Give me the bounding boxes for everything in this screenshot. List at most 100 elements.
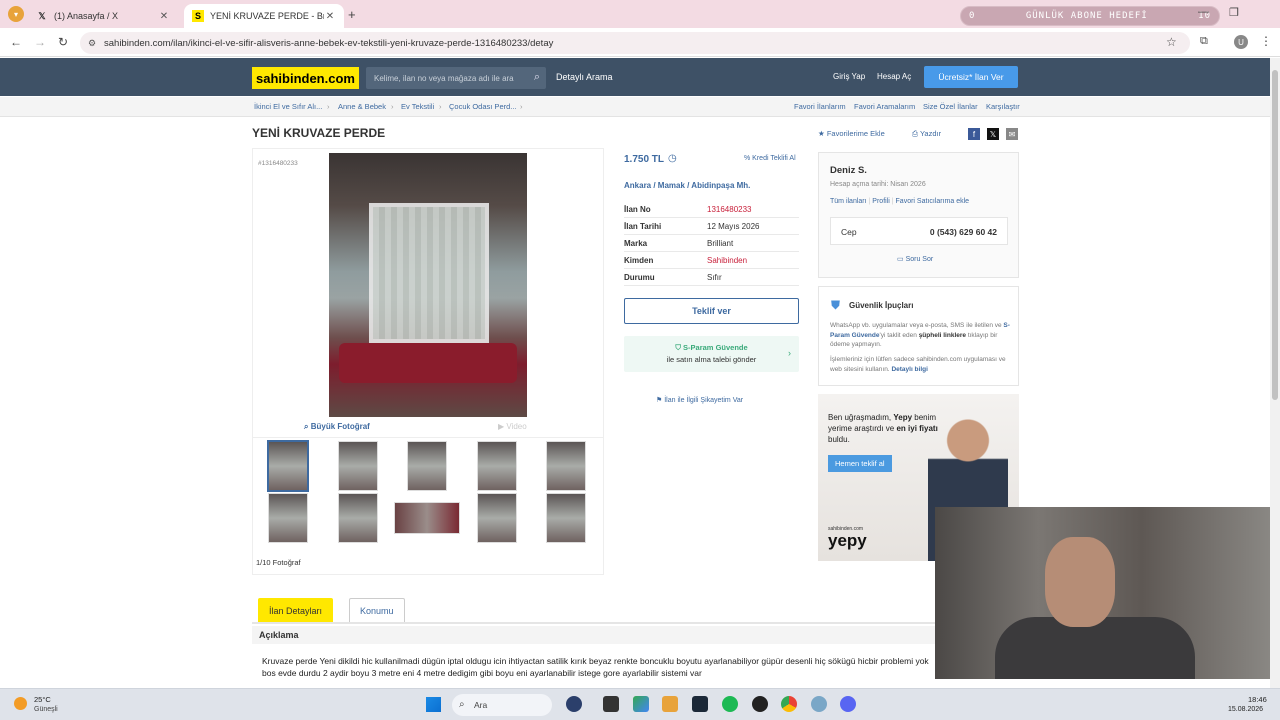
seller-name[interactable]: Deniz S. (830, 165, 867, 176)
detail-row: Kimden Sahibinden (624, 252, 799, 269)
tab-twitter[interactable]: 𝕏 (1) Anasayfa / X ✕ (28, 4, 178, 28)
thumbnail[interactable] (267, 440, 309, 492)
sofa-image (339, 343, 517, 383)
menu-icon[interactable]: ⋮ (1260, 34, 1272, 48)
windows-taskbar: 25°C Güneşli ⌕ Ara 18:46 15.08.2026 (0, 688, 1280, 720)
scrollbar-thumb[interactable] (1272, 70, 1278, 400)
close-tab-icon[interactable]: ✕ (324, 11, 336, 22)
detailed-search-link[interactable]: Detaylı Arama (556, 72, 613, 82)
extensions-icon[interactable]: ⧉ (1200, 35, 1208, 48)
all-ads-link[interactable]: Tüm ilanları (830, 198, 867, 205)
app-icon[interactable] (811, 696, 827, 712)
safety-title: Güvenlik İpuçları (849, 301, 914, 310)
favorite-searches-link[interactable]: Favori Aramalarım (854, 102, 915, 111)
spotify-icon[interactable] (722, 696, 738, 712)
ask-question-link[interactable]: ▭ Soru Sor (897, 255, 933, 263)
facebook-share-icon[interactable]: f (968, 128, 980, 140)
breadcrumb-item[interactable]: Anne & Bebek (338, 102, 386, 111)
app-icon[interactable] (752, 696, 768, 712)
credit-offer-link[interactable]: % Kredi Teklifi Al (744, 155, 796, 162)
thumbnail[interactable] (338, 441, 378, 491)
site-logo[interactable]: sahibinden.com (252, 67, 359, 89)
maximize-icon[interactable]: ❐ (1229, 6, 1239, 19)
breadcrumb-item[interactable]: İkinci El ve Sıfır Alı... (254, 102, 322, 111)
search-icon[interactable]: ⌕ (534, 71, 540, 84)
post-free-ad-button[interactable]: Ücretsiz* İlan Ver (924, 66, 1018, 88)
thumbnail[interactable] (407, 441, 447, 491)
big-photo-link[interactable]: ⌕ Büyük Fotoğraf (304, 422, 370, 432)
price-history-icon[interactable]: ◷ (668, 153, 677, 164)
listing-tabs: İlan Detayları Konumu (252, 598, 1022, 624)
register-link[interactable]: Hesap Aç (877, 72, 911, 81)
ad-cta-button[interactable]: Hemen teklif al (828, 455, 892, 472)
minimize-icon[interactable]: — (1198, 6, 1209, 18)
chat-icon: ▭ (897, 256, 906, 263)
bookmark-star-icon[interactable]: ☆ (1166, 35, 1177, 49)
compare-link[interactable]: Karşılaştır (986, 102, 1020, 111)
taskbar-search[interactable]: ⌕ Ara (452, 694, 552, 716)
thumbnail[interactable] (477, 493, 517, 543)
tab-search-icon[interactable]: ▾ (8, 6, 24, 22)
favorite-seller-link[interactable]: Favori Satıcılarıma ekle (896, 198, 970, 205)
zoom-icon: ⌕ (304, 422, 311, 431)
clock-date[interactable]: 15.08.2026 (1228, 706, 1263, 713)
thumbnail[interactable] (546, 441, 586, 491)
safety-tips: ⛊ Güvenlik İpuçları WhatsApp vb. uygulam… (818, 286, 1019, 386)
location-link[interactable]: Ankara / Mamak / Abidinpaşa Mh. (624, 181, 750, 190)
thumbnail[interactable] (477, 441, 517, 491)
profile-link[interactable]: Profili (872, 198, 890, 205)
page-scrollbar[interactable] (1270, 58, 1280, 688)
email-share-icon[interactable]: ✉ (1006, 128, 1018, 140)
search-input[interactable]: Kelime, ilan no veya mağaza adı ile ara … (366, 67, 546, 89)
favorite-listings-link[interactable]: Favori İlanlarım (794, 102, 846, 111)
close-tab-icon[interactable]: ✕ (158, 11, 170, 22)
discord-icon[interactable] (840, 696, 856, 712)
thumbnail[interactable] (546, 493, 586, 543)
main-photo[interactable] (329, 153, 527, 417)
price: 1.750 TL (624, 154, 665, 165)
thumbnail[interactable] (268, 493, 308, 543)
thumbnail[interactable] (394, 502, 460, 534)
x-logo-icon: 𝕏 (38, 10, 46, 21)
safety-text-2: İşlemleriniz için lütfen sadece sahibind… (830, 356, 1006, 373)
sparam-purchase-button[interactable]: ⛉ S-Param Güvende ile satın alma talebi … (624, 336, 799, 372)
app-icon[interactable] (566, 696, 582, 712)
for-you-link[interactable]: Size Özel İlanlar (923, 102, 978, 111)
steam-icon[interactable] (692, 696, 708, 712)
avatar[interactable]: U (1234, 35, 1248, 49)
url-field[interactable]: ⚙ sahibinden.com/ilan/ikinci-el-ve-sifir… (80, 32, 1190, 54)
detail-info-link[interactable]: Detaylı bilgi (891, 366, 927, 373)
reload-icon[interactable]: ↻ (58, 35, 68, 49)
breadcrumb-item[interactable]: Çocuk Odası Perd... (449, 102, 517, 111)
detail-key: İlan Tarihi (624, 222, 662, 231)
sun-icon[interactable] (14, 697, 27, 710)
tab-listing-details[interactable]: İlan Detayları (258, 598, 334, 622)
breadcrumb-item[interactable]: Ev Tekstili (401, 102, 434, 111)
tab-sahibinden[interactable]: S YENİ KRUVAZE PERDE - Brillian ✕ (184, 4, 344, 28)
report-link[interactable]: ⚑ İlan ile İlgili Şikayetim Var (656, 396, 743, 404)
back-icon[interactable]: ← (10, 35, 22, 49)
video-link[interactable]: ▶ Video (498, 422, 527, 431)
forward-icon[interactable]: → (34, 35, 46, 49)
goal-left-value: 0 (969, 11, 976, 21)
login-link[interactable]: Giriş Yap (833, 72, 865, 81)
x-share-icon[interactable]: 𝕏 (987, 128, 999, 140)
add-favorite-link[interactable]: ★ Favorilerime Ekle (818, 129, 885, 138)
new-tab-icon[interactable]: + (348, 7, 356, 22)
print-link[interactable]: ⎙ Yazdır (912, 129, 941, 139)
task-view-icon[interactable] (603, 696, 619, 712)
browser-tab-strip: ▾ 𝕏 (1) Anasayfa / X ✕ S YENİ KRUVAZE PE… (0, 0, 1280, 28)
folder-icon[interactable] (662, 696, 678, 712)
percent-icon: % (744, 155, 753, 162)
clock-time[interactable]: 18:46 (1248, 695, 1267, 704)
yepy-logo: yepy (828, 531, 867, 550)
windows-start-icon[interactable] (426, 697, 441, 712)
phone-number[interactable]: 0 (543) 629 60 42 (930, 227, 997, 237)
make-offer-button[interactable]: Teklif ver (624, 298, 799, 324)
page-title: YENİ KRUVAZE PERDE (252, 126, 386, 140)
thumbnail[interactable] (338, 493, 378, 543)
app-icon[interactable] (633, 696, 649, 712)
tab-location[interactable]: Konumu (349, 598, 405, 622)
site-info-icon[interactable]: ⚙ (88, 38, 96, 49)
chrome-icon[interactable] (781, 696, 797, 712)
